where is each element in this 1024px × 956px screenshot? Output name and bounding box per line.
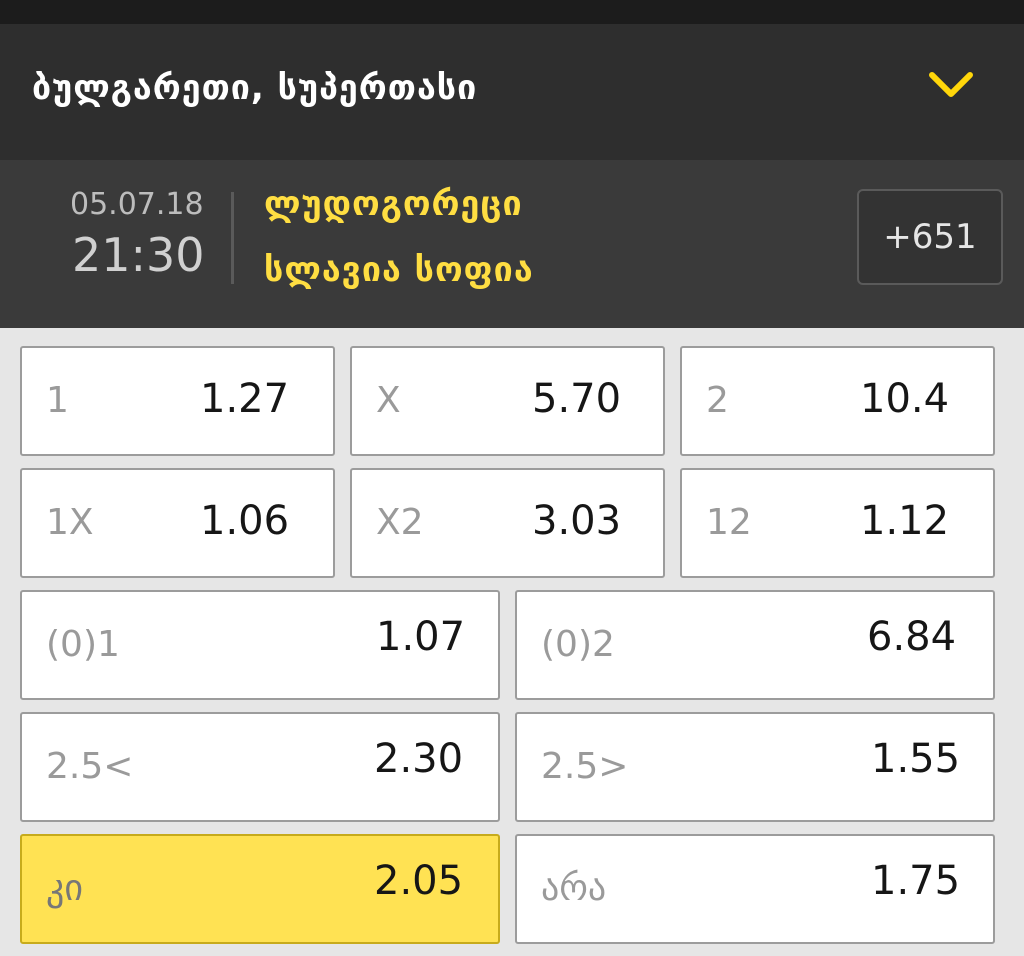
odds-label: 2.5<	[46, 746, 134, 787]
odds-button-x2[interactable]: X2 3.03	[350, 468, 665, 578]
match-row[interactable]: 05.07.18 21:30 ლუდოგორეცი სლავია სოფია +…	[0, 160, 1024, 328]
away-team: სლავია სოფია	[264, 250, 534, 290]
odds-button-handicap-2[interactable]: (0)2 6.84	[515, 590, 995, 700]
match-time: 21:30	[72, 228, 205, 282]
odds-value: 5.70	[532, 376, 622, 422]
odds-value: 2.05	[374, 858, 464, 904]
chevron-down-icon[interactable]	[928, 70, 974, 100]
odds-button-2[interactable]: 2 10.4	[680, 346, 995, 456]
odds-label: კი	[46, 868, 84, 909]
odds-button-under[interactable]: 2.5> 1.55	[515, 712, 995, 822]
odds-label: (0)1	[46, 624, 120, 665]
odds-value: 6.84	[867, 614, 957, 660]
status-strip	[0, 0, 1024, 24]
odds-value: 3.03	[532, 498, 622, 544]
odds-label: 1X	[46, 502, 94, 543]
home-team: ლუდოგორეცი	[264, 184, 523, 224]
odds-label: 2	[706, 380, 729, 421]
odds-label: 1	[46, 380, 69, 421]
odds-label: არა	[541, 868, 607, 909]
odds-value: 10.4	[860, 376, 950, 422]
odds-label: 2.5>	[541, 746, 629, 787]
odds-button-1[interactable]: 1 1.27	[20, 346, 335, 456]
match-date: 05.07.18	[70, 187, 204, 222]
odds-button-handicap-1[interactable]: (0)1 1.07	[20, 590, 500, 700]
odds-label: (0)2	[541, 624, 615, 665]
league-header[interactable]: ბულგარეთი, სუპერთასი	[0, 24, 1024, 160]
odds-label: X2	[376, 502, 424, 543]
odds-button-yes[interactable]: კი 2.05	[20, 834, 500, 944]
odds-value: 1.12	[860, 498, 950, 544]
odds-value: 2.30	[374, 736, 464, 782]
odds-button-no[interactable]: არა 1.75	[515, 834, 995, 944]
odds-button-x[interactable]: X 5.70	[350, 346, 665, 456]
divider	[231, 192, 234, 284]
odds-button-12[interactable]: 12 1.12	[680, 468, 995, 578]
league-title: ბულგარეთი, სუპერთასი	[32, 68, 478, 108]
odds-value: 1.06	[200, 498, 290, 544]
odds-label: X	[376, 380, 401, 421]
more-markets-button[interactable]: +651	[857, 189, 1003, 285]
odds-value: 1.55	[871, 736, 961, 782]
odds-value: 1.75	[871, 858, 961, 904]
odds-button-over[interactable]: 2.5< 2.30	[20, 712, 500, 822]
odds-label: 12	[706, 502, 752, 543]
odds-value: 1.07	[376, 614, 466, 660]
odds-button-1x[interactable]: 1X 1.06	[20, 468, 335, 578]
odds-value: 1.27	[200, 376, 290, 422]
